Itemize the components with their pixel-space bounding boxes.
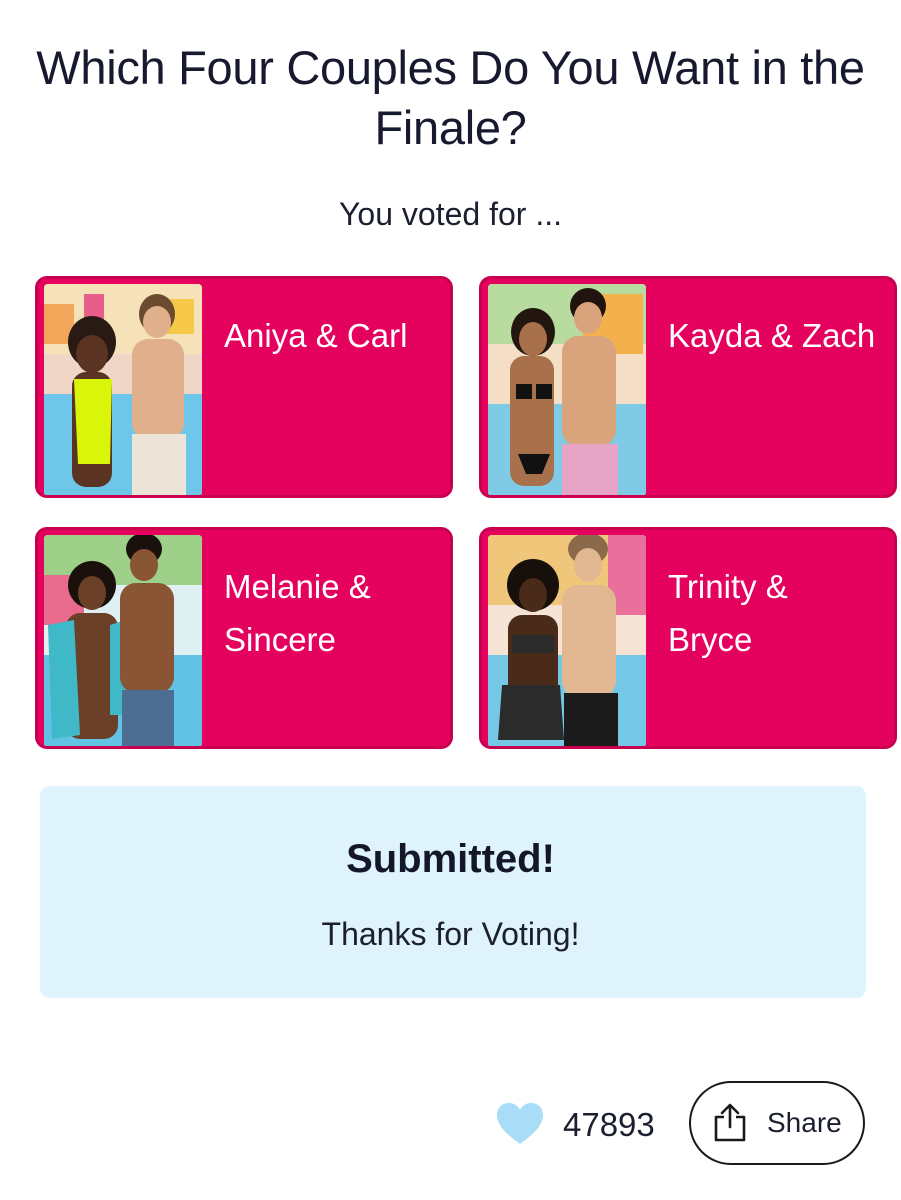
submitted-message: Thanks for Voting! <box>321 916 580 952</box>
like-count: 47893 <box>563 1106 655 1143</box>
submitted-title: Submitted! <box>346 837 555 881</box>
couple-card-melanie-sincere[interactable]: Melanie & Sincere <box>35 527 453 749</box>
heart-icon[interactable] <box>496 1102 544 1146</box>
couple-photo <box>488 284 646 495</box>
couple-name: Trinity & Bryce <box>668 568 788 658</box>
couple-card-aniya-carl[interactable]: Aniya & Carl <box>35 276 453 498</box>
couple-photo <box>44 284 202 495</box>
share-button[interactable]: Share <box>689 1081 865 1165</box>
couple-card-kayda-zach[interactable]: Kayda & Zach <box>479 276 897 498</box>
submitted-panel <box>40 786 866 998</box>
voted-subtitle: You voted for ... <box>339 196 562 232</box>
couple-name: Melanie & Sincere <box>224 568 371 658</box>
couple-card-trinity-bryce[interactable]: Trinity & Bryce <box>479 527 897 749</box>
couple-photo <box>488 535 646 746</box>
couple-photo <box>44 535 202 746</box>
couple-name: Aniya & Carl <box>224 317 408 354</box>
share-icon <box>714 1103 746 1142</box>
couple-name: Kayda & Zach <box>668 317 876 354</box>
page-title: Which Four Couples Do You Want in the Fi… <box>36 41 865 154</box>
share-label: Share <box>767 1107 842 1138</box>
